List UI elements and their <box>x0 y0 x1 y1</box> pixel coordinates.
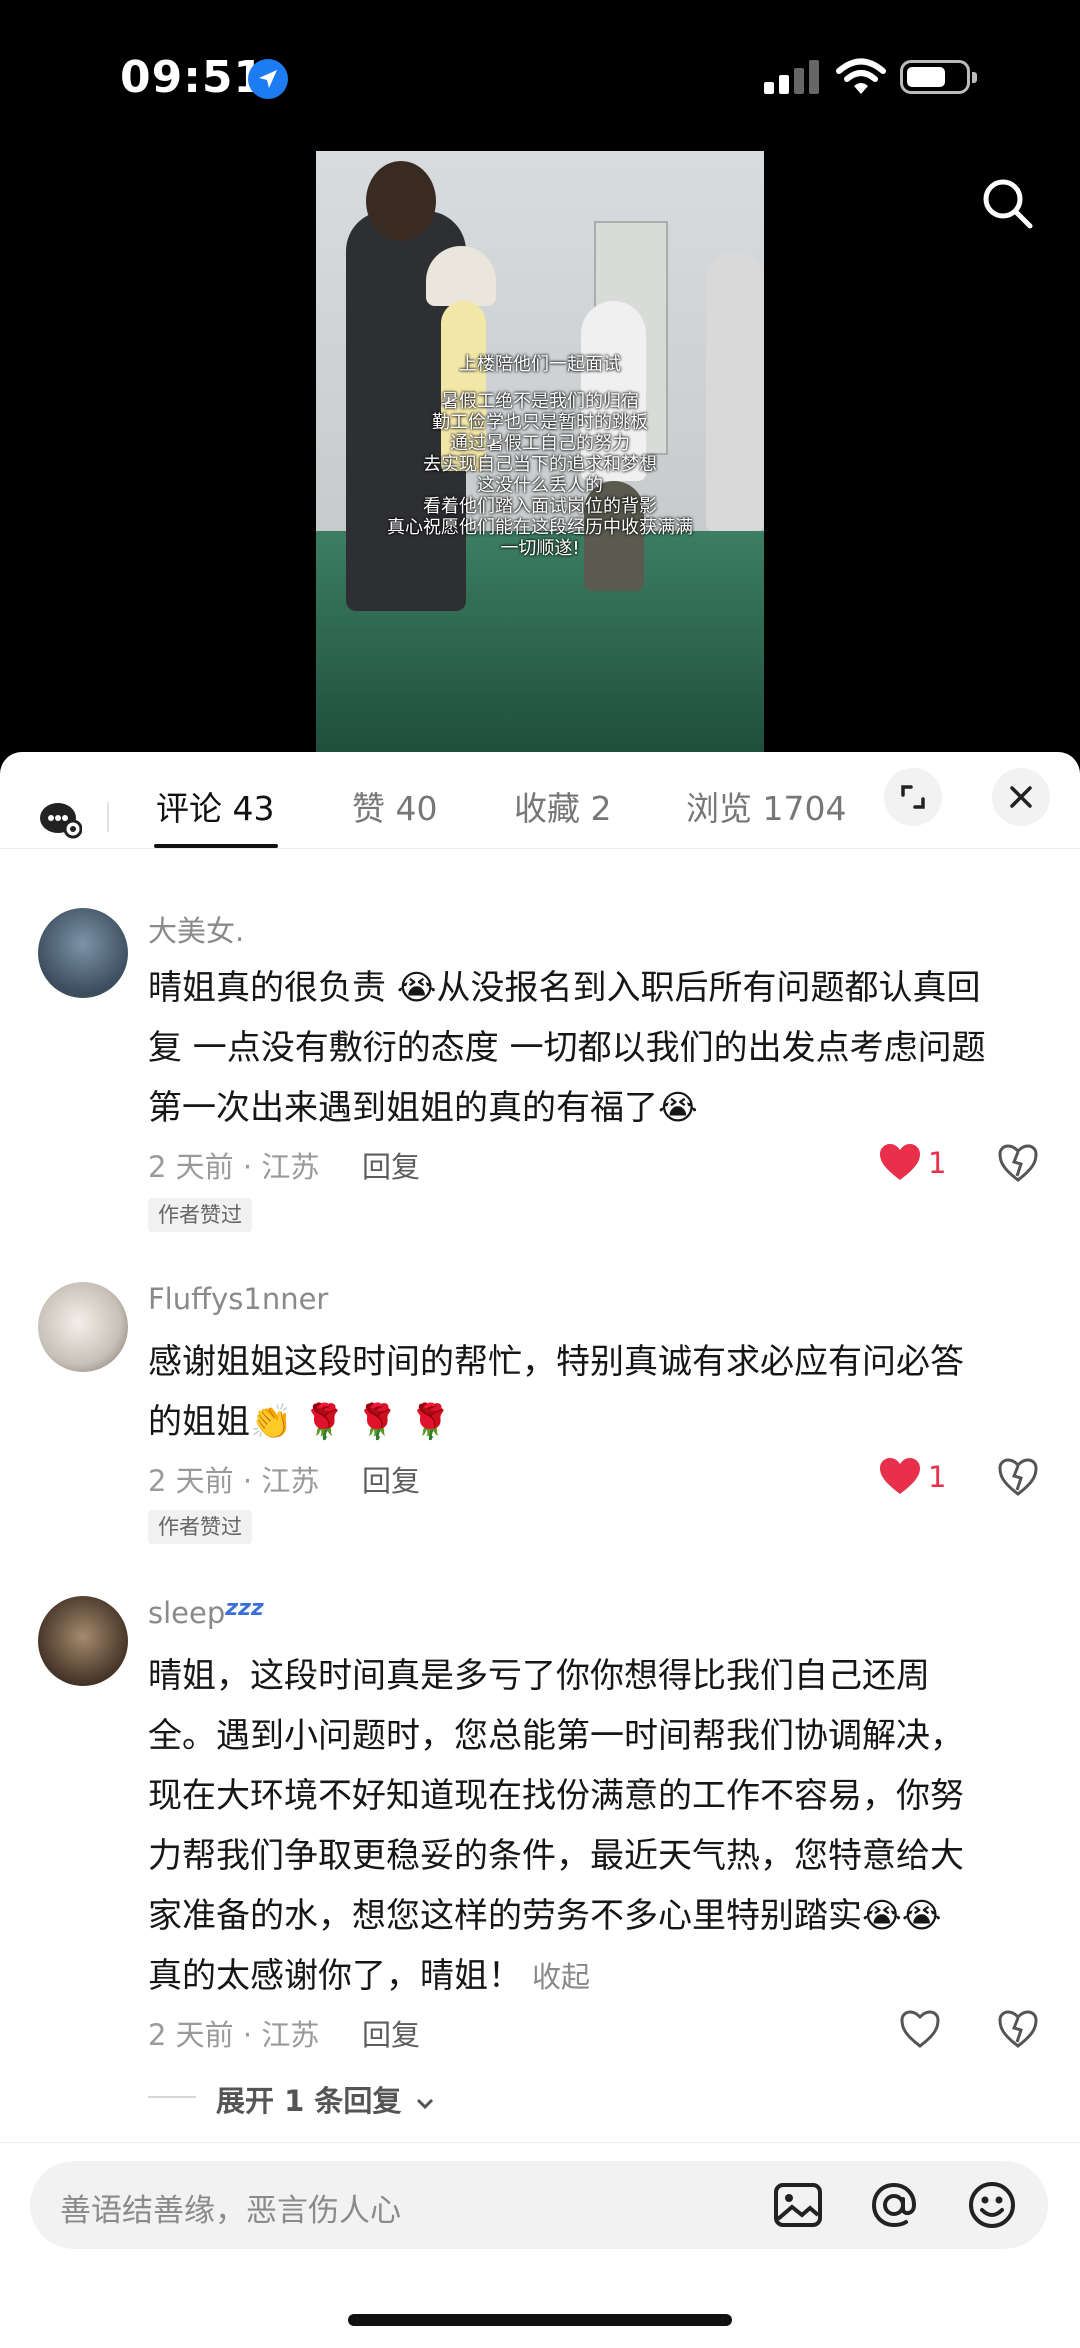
comment-sheet: 评论 43 赞 40 收藏 2 浏览 1704 大美女. 晴姐真的很负责 😭从没… <box>0 752 1080 2348</box>
video-subtitle-line: 看着他们踏入面试岗位的背影 <box>423 496 657 517</box>
username-text: sleep <box>148 1596 226 1630</box>
tab-favorites[interactable]: 收藏 2 <box>514 782 612 830</box>
chevron-down-icon <box>417 2098 434 2110</box>
comment-line: 感谢姐姐这段时间的帮忙，特别真诚有求必应有问必答 <box>148 1342 964 1382</box>
like-count: 1 <box>928 1146 947 1180</box>
like-count: 1 <box>928 1460 947 1494</box>
tab-views[interactable]: 浏览 1704 <box>686 782 846 830</box>
expand-replies-button[interactable]: 展开 1 条回复 <box>216 2078 435 2120</box>
author-liked-badge: 作者赞过 <box>148 1510 252 1544</box>
comment-line: 第一次出来遇到姐姐的真的有福了😭 <box>148 1088 698 1128</box>
broken-heart-icon[interactable] <box>998 2010 1038 2048</box>
broken-heart-icon[interactable] <box>998 1144 1038 1182</box>
status-time: 09:51 <box>120 52 266 103</box>
comment-line: 现在大环境不好知道现在找份满意的工作不容易，你努 <box>148 1776 964 1816</box>
video-person-head <box>366 161 436 241</box>
tab-divider <box>107 802 109 832</box>
status-bar: 09:51 <box>0 0 1080 150</box>
comment-line: 复 一点没有敷衍的态度 一切都以我们的出发点考虑问题 <box>148 1028 986 1068</box>
battery-icon <box>900 60 977 94</box>
active-tab-indicator <box>154 844 278 848</box>
home-indicator[interactable] <box>348 2314 732 2326</box>
comment-text: 晴姐真的很负责 😭从没报名到入职后所有问题都认真回 复 一点没有敷衍的态度 一切… <box>148 958 1048 1138</box>
expand-divider <box>148 2096 196 2098</box>
comment-line: 晴姐，这段时间真是多亏了你你想得比我们自己还周 <box>148 1656 930 1696</box>
expand-replies-label: 展开 1 条回复 <box>216 2084 402 2118</box>
comment-meta: 2 天前 · 江苏 <box>148 1150 320 1184</box>
heart-filled-icon[interactable] <box>880 1144 920 1182</box>
avatar[interactable] <box>38 1596 128 1686</box>
collapse-link[interactable]: 收起 <box>532 1960 590 1994</box>
reply-button[interactable]: 回复 <box>362 1458 420 1500</box>
comment-line: 全。遇到小问题时，您总能第一时间帮我们协调解决， <box>148 1716 964 1756</box>
video-subtitle-line: 暑假工绝不是我们的归宿 <box>441 391 639 412</box>
comment-meta: 2 天前 · 江苏 <box>148 2018 320 2052</box>
expand-button[interactable] <box>884 768 942 826</box>
video-subtitle-line: 一切顺遂! <box>500 538 580 559</box>
video-subtitle-line: 勤工俭学也只是暂时的跳板 <box>432 412 648 433</box>
comment-username[interactable]: Fluffys1nner <box>148 1282 328 1316</box>
video-subtitle-line: 这没什么丢人的 <box>477 475 603 496</box>
emoji-icon[interactable] <box>966 2179 1018 2231</box>
comment-line: 晴姐真的很负责 😭从没报名到入职后所有问题都认真回 <box>148 968 981 1008</box>
tab-likes[interactable]: 赞 40 <box>352 782 437 830</box>
avatar[interactable] <box>38 908 128 998</box>
comment-text: 晴姐，这段时间真是多亏了你你想得比我们自己还周 全。遇到小问题时，您总能第一时间… <box>148 1646 1048 2007</box>
video-subtitle-line: 上楼陪他们一起面试 <box>459 354 621 375</box>
comment-line: 的姐姐👏 🌹 🌹 🌹 <box>148 1402 452 1442</box>
avatar[interactable] <box>38 1282 128 1372</box>
video-subtitle-line: 去实现自己当下的追求和梦想 <box>423 454 657 475</box>
close-icon <box>1010 786 1032 808</box>
image-icon[interactable] <box>772 2179 824 2231</box>
location-icon <box>248 59 288 99</box>
chat-bot-icon[interactable] <box>40 798 82 840</box>
wifi-icon <box>836 58 886 94</box>
search-icon[interactable] <box>980 176 1036 232</box>
comment-line: 真的太感谢你了，晴姐！ <box>148 1956 522 1996</box>
reply-button[interactable]: 回复 <box>362 2012 420 2054</box>
comment-line: 家准备的水，想您这样的劳务不多心里特别踏实😭😭 <box>148 1896 942 1936</box>
at-mention-icon[interactable] <box>868 2179 920 2231</box>
comment-input[interactable]: 善语结善缘，恶言伤人心 <box>30 2161 1048 2249</box>
tab-bar: 评论 43 赞 40 收藏 2 浏览 1704 <box>0 752 1080 849</box>
tab-comments[interactable]: 评论 43 <box>156 782 274 830</box>
comment-input-placeholder: 善语结善缘，恶言伤人心 <box>60 2193 401 2229</box>
comment-meta: 2 天前 · 江苏 <box>148 1464 320 1498</box>
broken-heart-icon[interactable] <box>998 1458 1038 1496</box>
comment-username[interactable]: sleepzzz <box>148 1596 264 1630</box>
comment-line: 力帮我们争取更稳妥的条件，最近天气热，您特意给大 <box>148 1836 964 1876</box>
heart-filled-icon[interactable] <box>880 1458 920 1496</box>
author-liked-badge: 作者赞过 <box>148 1198 252 1232</box>
video-subtitle-line: 真心祝愿他们能在这段经历中收获满满 <box>387 517 693 538</box>
video-subtitle-line: 通过暑假工自己的努力 <box>450 433 630 454</box>
comment-username[interactable]: 大美女. <box>148 908 244 950</box>
reply-button[interactable]: 回复 <box>362 1144 420 1186</box>
expand-icon <box>901 785 925 809</box>
username-sleep-suffix: zzz <box>225 1596 264 1621</box>
comment-line-last: 真的太感谢你了，晴姐！ 收起 <box>148 1946 1048 2007</box>
video-player[interactable]: 上楼陪他们一起面试 暑假工绝不是我们的归宿 勤工俭学也只是暂时的跳板 通过暑假工自己的… <box>316 151 764 752</box>
cellular-signal-icon <box>764 60 819 94</box>
heart-outline-icon[interactable] <box>900 2010 940 2048</box>
close-button[interactable] <box>992 768 1050 826</box>
comment-text: 感谢姐姐这段时间的帮忙，特别真诚有求必应有问必答 的姐姐👏 🌹 🌹 🌹 <box>148 1332 1048 1452</box>
